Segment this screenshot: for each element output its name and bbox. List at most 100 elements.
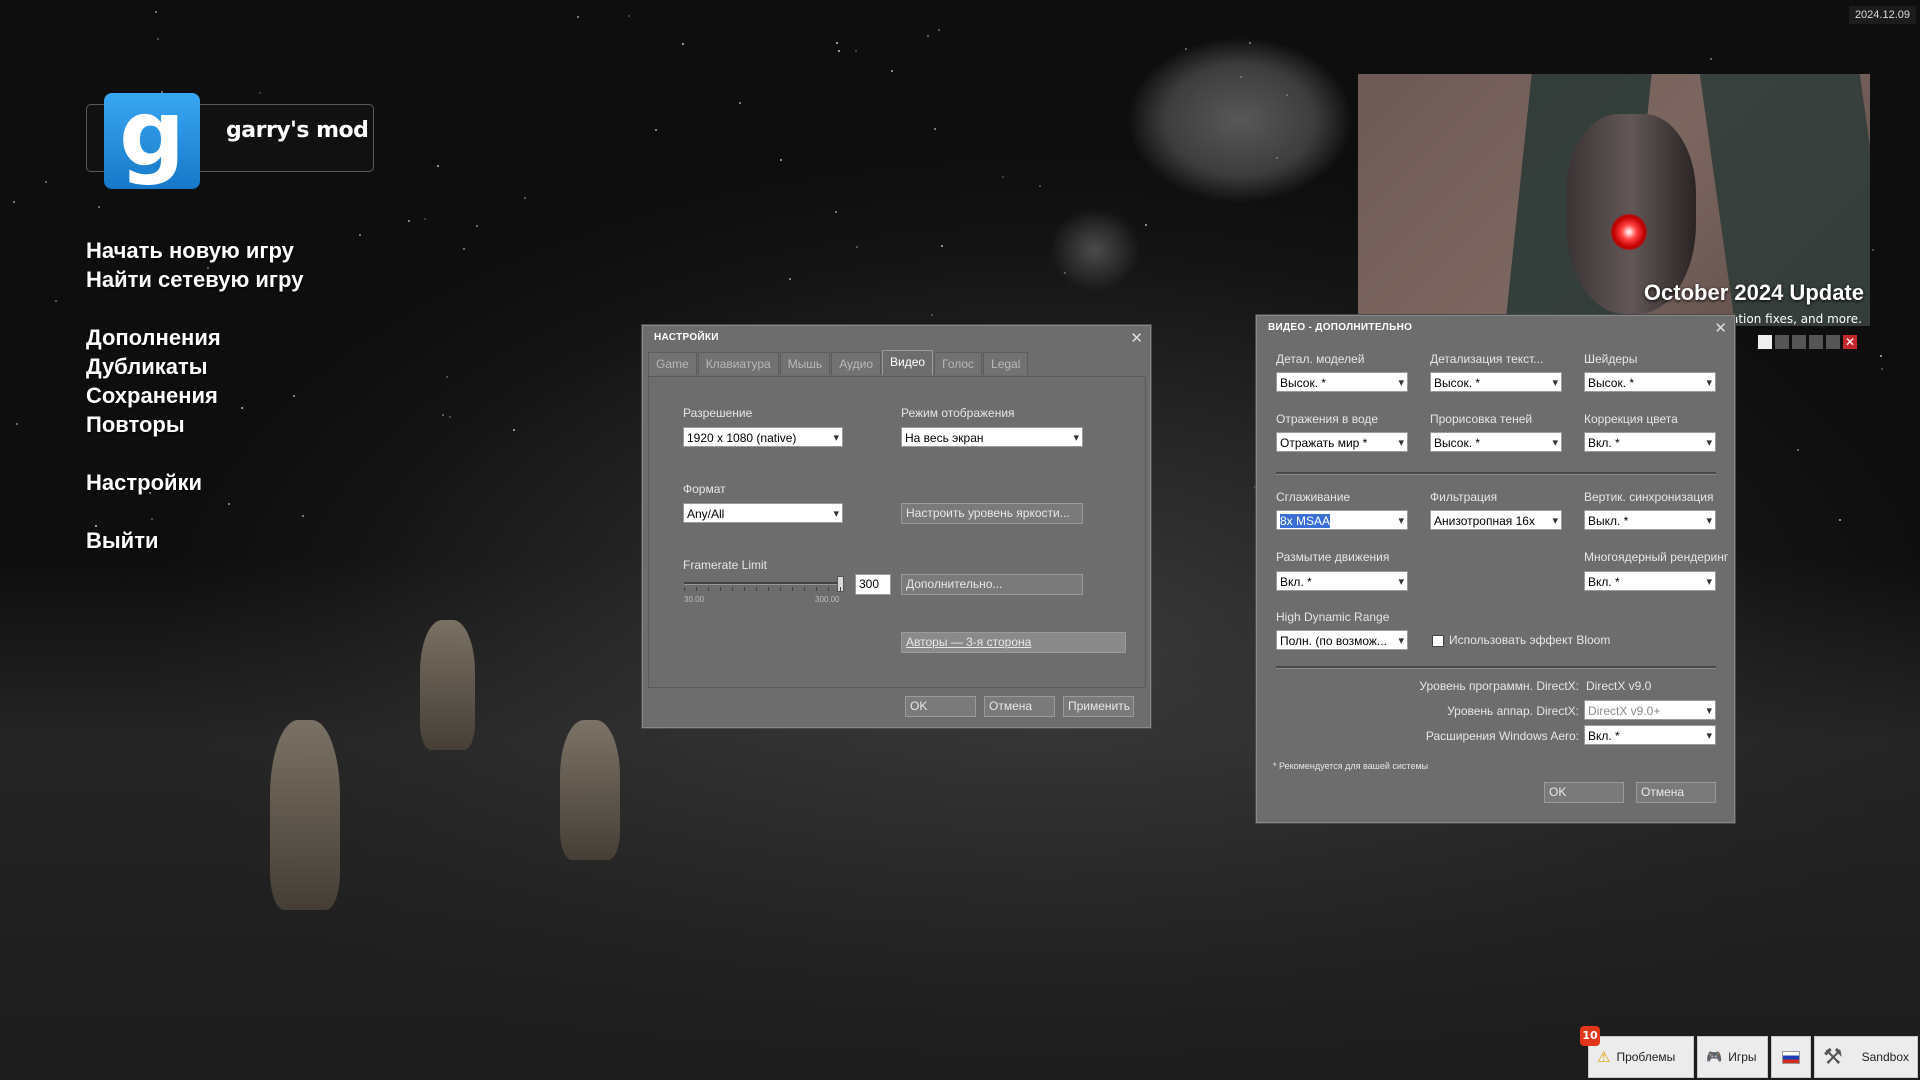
language-button[interactable]: [1771, 1036, 1811, 1078]
dx-hardware-select[interactable]: DirectX v9.0+: [1584, 700, 1716, 720]
problems-count-badge: 10: [1580, 1026, 1600, 1046]
menu-quit[interactable]: Выйти: [86, 528, 159, 554]
games-button[interactable]: 🎮 Игры: [1697, 1036, 1768, 1078]
hdr-label: High Dynamic Range: [1276, 610, 1390, 624]
menu-find-multiplayer[interactable]: Найти сетевую игру: [86, 267, 303, 293]
star: [95, 525, 97, 527]
star: [927, 35, 929, 37]
resolution-select[interactable]: 1920 x 1080 (native): [683, 427, 843, 447]
advanced-button[interactable]: Дополнительно...: [901, 574, 1083, 595]
settings-title: НАСТРОЙКИ: [654, 332, 719, 343]
tab-keyboard[interactable]: Клавиатура: [697, 352, 779, 375]
hdr-select[interactable]: Полн. (по возмож...: [1276, 630, 1408, 650]
shadows-select[interactable]: Высок. *: [1430, 432, 1562, 452]
news-panel[interactable]: October 2024 Update nation fixes, and mo…: [1358, 74, 1870, 326]
problems-button[interactable]: ⚠ Проблемы: [1588, 1036, 1694, 1078]
antialiasing-select[interactable]: 8x MSAA: [1276, 510, 1408, 530]
ok-button[interactable]: OK: [1544, 782, 1624, 803]
background-astronaut: [420, 620, 475, 750]
footnote: * Рекомендуется для вашей системы: [1273, 761, 1429, 771]
tab-video[interactable]: Видео: [882, 350, 934, 375]
bloom-checkbox[interactable]: [1432, 635, 1444, 647]
star: [931, 314, 933, 316]
filtering-select[interactable]: Анизотропная 16x: [1430, 510, 1562, 530]
color-correction-label: Коррекция цвета: [1584, 412, 1678, 426]
cancel-button[interactable]: Отмена: [984, 696, 1055, 717]
star: [1039, 185, 1041, 187]
settings-close-icon[interactable]: ✕: [1130, 329, 1143, 347]
news-page-dot[interactable]: [1826, 335, 1840, 349]
star: [151, 518, 153, 520]
motion-blur-select[interactable]: Вкл. *: [1276, 571, 1408, 591]
star: [1839, 519, 1841, 521]
tab-voice[interactable]: Голос: [934, 352, 983, 375]
display-mode-select[interactable]: На весь экран: [901, 427, 1083, 447]
framerate-input[interactable]: 300: [855, 574, 891, 595]
format-label: Формат: [683, 482, 726, 496]
framerate-max: 300.00: [815, 595, 840, 604]
format-select[interactable]: Any/All: [683, 503, 843, 523]
menu-settings[interactable]: Настройки: [86, 470, 202, 496]
star: [424, 218, 426, 220]
gamemode-button[interactable]: ⚒ Sandbox: [1814, 1036, 1918, 1078]
menu-saves[interactable]: Сохранения: [86, 383, 218, 409]
star: [739, 102, 741, 104]
tab-audio[interactable]: Аудио: [831, 352, 882, 375]
tab-legal[interactable]: Legal: [983, 352, 1029, 375]
aero-select[interactable]: Вкл. *: [1584, 725, 1716, 745]
news-page-dot[interactable]: [1809, 335, 1823, 349]
brightness-button[interactable]: Настроить уровень яркости...: [901, 503, 1083, 524]
star: [1872, 249, 1874, 251]
filtering-label: Фильтрация: [1430, 490, 1498, 504]
menu-demos[interactable]: Повторы: [86, 412, 185, 438]
news-page-dot[interactable]: [1775, 335, 1789, 349]
star: [789, 278, 791, 280]
background-small-dish: [1030, 190, 1160, 310]
display-mode-label: Режим отображения: [901, 406, 1015, 420]
motion-blur-label: Размытие движения: [1276, 550, 1390, 564]
star: [16, 423, 18, 425]
menu-addons[interactable]: Дополнения: [86, 325, 221, 351]
dx-software-label: Уровень программн. DirectX:: [1419, 679, 1579, 693]
games-label: Игры: [1728, 1050, 1757, 1064]
gmod-logo-icon: g: [104, 88, 200, 189]
menu-dupes[interactable]: Дубликаты: [86, 354, 208, 380]
video-advanced-window: ВИДЕО - ДОПОЛНИТЕЛЬНО ✕ Детал. моделей В…: [1255, 314, 1736, 824]
news-title[interactable]: October 2024 Update: [1644, 280, 1864, 306]
star: [1710, 58, 1712, 60]
hammer-icon: ⚒: [1823, 1044, 1843, 1069]
star: [442, 414, 444, 416]
shaders-select[interactable]: Высок. *: [1584, 372, 1716, 392]
tab-mouse[interactable]: Мышь: [779, 352, 831, 375]
apply-button[interactable]: Применить: [1063, 696, 1134, 717]
gamepad-icon: 🎮: [1706, 1049, 1723, 1064]
news-page-dot[interactable]: [1758, 335, 1772, 349]
star: [577, 16, 579, 18]
star: [259, 92, 261, 94]
news-page-dot[interactable]: [1792, 335, 1806, 349]
water-select[interactable]: Отражать мир *: [1276, 432, 1408, 452]
video-advanced-close-icon[interactable]: ✕: [1714, 319, 1727, 337]
star: [1881, 368, 1883, 370]
multicore-select[interactable]: Вкл. *: [1584, 571, 1716, 591]
news-close-icon[interactable]: ✕: [1843, 335, 1857, 349]
star: [780, 159, 782, 161]
color-correction-select[interactable]: Вкл. *: [1584, 432, 1716, 452]
tab-game[interactable]: Game: [648, 352, 697, 375]
model-detail-select[interactable]: Высок. *: [1276, 372, 1408, 392]
slider-tick: [708, 587, 709, 591]
credits-button[interactable]: Авторы — 3-я сторона: [901, 632, 1126, 653]
news-subtitle: nation fixes, and more.: [1723, 312, 1862, 326]
star: [855, 50, 857, 52]
menu-new-game[interactable]: Начать новую игру: [86, 238, 294, 264]
star: [1064, 272, 1066, 274]
star: [513, 429, 515, 431]
vsync-select[interactable]: Выкл. *: [1584, 510, 1716, 530]
ok-button[interactable]: OK: [905, 696, 976, 717]
slider-tick: [720, 587, 721, 591]
cancel-button[interactable]: Отмена: [1636, 782, 1716, 803]
divider: [1276, 666, 1716, 669]
texture-detail-select[interactable]: Высок. *: [1430, 372, 1562, 392]
framerate-slider[interactable]: [684, 582, 844, 585]
star: [55, 300, 57, 302]
